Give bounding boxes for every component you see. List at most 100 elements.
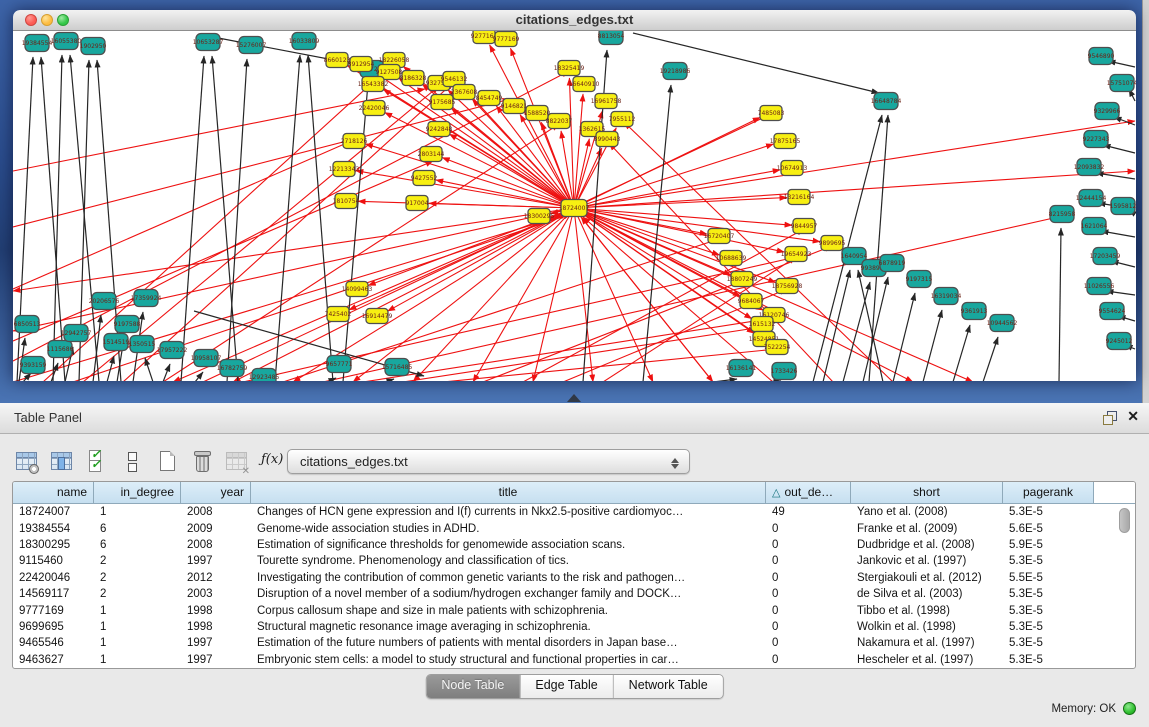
graph-node[interactable]: 14099463 bbox=[342, 282, 373, 297]
graph-node[interactable]: 9361913 bbox=[961, 303, 988, 320]
graph-node[interactable]: 15276007 bbox=[236, 37, 267, 54]
graph-node[interactable]: 1615132 bbox=[749, 317, 776, 332]
graph-node[interactable]: 16033809 bbox=[289, 33, 320, 50]
graph-node[interactable]: 1902950 bbox=[80, 38, 107, 55]
graph-node[interactable]: 8660123 bbox=[324, 53, 351, 68]
graph-node[interactable]: 18807249 bbox=[727, 272, 758, 287]
column-header-name[interactable]: name bbox=[13, 482, 94, 504]
graph-node[interactable]: 8454749 bbox=[476, 91, 503, 106]
tab-network-table[interactable]: Network Table bbox=[613, 675, 723, 698]
graph-node[interactable]: 8186328 bbox=[400, 71, 427, 86]
table-scrollbar-thumb[interactable] bbox=[1119, 508, 1130, 533]
graph-node[interactable]: 7485083 bbox=[758, 106, 785, 121]
column-header-year[interactable]: year bbox=[181, 482, 251, 504]
graph-node[interactable]: 16648784 bbox=[871, 93, 902, 110]
graph-node[interactable]: 16914479 bbox=[362, 309, 393, 324]
delete-table-icon[interactable] bbox=[189, 448, 215, 474]
graph-node[interactable]: 9684067 bbox=[738, 294, 765, 309]
graph-node[interactable]: 9175685 bbox=[429, 95, 456, 110]
table-row[interactable]: 1456911722003Disruption of a novel membe… bbox=[13, 586, 1135, 602]
graph-node[interactable]: 2718126 bbox=[341, 134, 368, 149]
table-row[interactable]: 2242004622012Investigating the contribut… bbox=[13, 570, 1135, 586]
table-row[interactable]: 969969511998Structural magnetic resonanc… bbox=[13, 619, 1135, 635]
panel-resize-grip[interactable] bbox=[567, 394, 581, 402]
graph-node[interactable]: 9227343 bbox=[1083, 131, 1110, 148]
graph-node[interactable]: 12093832 bbox=[1074, 159, 1105, 176]
graph-node[interactable]: 10674913 bbox=[777, 161, 808, 176]
graph-node[interactable]: 9899695 bbox=[819, 236, 846, 251]
graph-node[interactable]: 8822037 bbox=[546, 114, 573, 129]
graph-node[interactable]: 9427552 bbox=[411, 171, 438, 186]
graph-node[interactable]: 16720407 bbox=[704, 229, 735, 244]
graph-node[interactable]: 8813054 bbox=[598, 31, 625, 45]
graph-node[interactable]: 16640910 bbox=[569, 77, 600, 92]
graph-node[interactable]: 9242848 bbox=[426, 122, 453, 137]
graph-node[interactable]: 1621064 bbox=[1081, 218, 1108, 235]
graph-node[interactable]: 9844957 bbox=[791, 219, 818, 234]
graph-node[interactable]: 12942757 bbox=[61, 325, 92, 342]
graph-node[interactable]: 20206576 bbox=[89, 293, 120, 310]
graph-node[interactable]: 7425402 bbox=[325, 307, 352, 322]
table-row[interactable]: 946554611997Estimation of the future num… bbox=[13, 635, 1135, 651]
select-all-icon[interactable] bbox=[84, 448, 110, 474]
table-row[interactable]: 911546021997Tourette syndrome. Phenomeno… bbox=[13, 553, 1135, 569]
graph-hub-node[interactable]: 18724007 bbox=[559, 200, 590, 217]
column-visibility-icon[interactable] bbox=[49, 448, 75, 474]
graph-node[interactable]: 10653287 bbox=[193, 34, 224, 51]
graph-node[interactable]: 1733426 bbox=[771, 363, 798, 380]
graph-node[interactable]: 9554624 bbox=[1099, 303, 1126, 320]
graph-node[interactable]: 6850513 bbox=[14, 316, 41, 333]
float-window-icon[interactable] bbox=[1103, 411, 1117, 425]
graph-node[interactable]: 16961758 bbox=[591, 94, 622, 109]
table-row[interactable]: 1938455462009Genome-wide association stu… bbox=[13, 520, 1135, 536]
graph-node[interactable]: 9197315 bbox=[906, 271, 933, 288]
table-row[interactable]: 1872400712008Changes of HCN gene express… bbox=[13, 504, 1135, 520]
graph-node[interactable]: 9657771 bbox=[326, 356, 353, 373]
table-row[interactable]: 946362711997Embryonic stem cells: a mode… bbox=[13, 652, 1135, 668]
graph-node[interactable]: 17957222 bbox=[157, 342, 188, 359]
graph-node[interactable]: 1350515 bbox=[129, 336, 156, 353]
graph-node[interactable]: 15716485 bbox=[382, 359, 413, 376]
column-header-in_degree[interactable]: in_degree bbox=[94, 482, 181, 504]
minimize-traffic-light-icon[interactable] bbox=[41, 14, 53, 26]
graph-node[interactable]: 18756928 bbox=[772, 279, 803, 294]
graph-node[interactable]: 2367608 bbox=[451, 85, 478, 100]
graph-node[interactable]: 7522254 bbox=[764, 340, 791, 355]
table-settings-icon[interactable] bbox=[14, 448, 40, 474]
graph-node[interactable]: 19654923 bbox=[781, 247, 812, 262]
row-chooser-icon[interactable] bbox=[119, 448, 145, 474]
graph-node[interactable]: 17875165 bbox=[770, 134, 801, 149]
graph-node[interactable]: 16136141 bbox=[726, 360, 757, 377]
graph-node[interactable]: 9777169 bbox=[493, 32, 520, 47]
graph-node[interactable]: 12444154 bbox=[1076, 190, 1107, 207]
network-graph-canvas[interactable]: 1938455416055380190295010653287152760071… bbox=[13, 31, 1136, 381]
graph-node[interactable]: 8990443 bbox=[594, 132, 621, 147]
graph-node[interactable]: 9329966 bbox=[1094, 103, 1121, 120]
delete-column-icon[interactable]: ✕ bbox=[224, 448, 250, 474]
graph-node[interactable]: 9245012 bbox=[1106, 333, 1133, 350]
graph-node[interactable]: 1595812 bbox=[1110, 198, 1136, 215]
graph-node[interactable]: 19218986 bbox=[660, 63, 691, 80]
graph-node[interactable]: 9546890 bbox=[1088, 48, 1115, 65]
graph-node[interactable]: 10688639 bbox=[716, 251, 747, 266]
graph-node[interactable]: 917004 bbox=[406, 196, 429, 211]
graph-node[interactable]: 22420046 bbox=[359, 101, 390, 116]
graph-node[interactable]: 15751074 bbox=[1107, 75, 1136, 92]
table-row[interactable]: 977716911998Corpus callosum shape and si… bbox=[13, 602, 1135, 618]
tab-edge-table[interactable]: Edge Table bbox=[519, 675, 612, 698]
zoom-traffic-light-icon[interactable] bbox=[57, 14, 69, 26]
new-table-icon[interactable] bbox=[154, 448, 180, 474]
graph-node[interactable]: 7955112 bbox=[609, 112, 636, 127]
column-header-pagerank[interactable]: pagerank bbox=[1003, 482, 1094, 504]
window-titlebar[interactable]: citations_edges.txt bbox=[13, 10, 1136, 31]
graph-node[interactable]: 2803144 bbox=[418, 147, 445, 162]
column-header-short[interactable]: short bbox=[851, 482, 1003, 504]
graph-node[interactable]: 8912954 bbox=[348, 57, 375, 72]
graph-node[interactable]: 9197588 bbox=[114, 316, 141, 333]
close-traffic-light-icon[interactable] bbox=[25, 14, 37, 26]
graph-node[interactable]: 18325419 bbox=[554, 61, 585, 76]
graph-node[interactable]: 10958107 bbox=[191, 350, 222, 367]
graph-node[interactable]: 16782759 bbox=[217, 360, 248, 377]
graph-node[interactable]: 16319034 bbox=[931, 288, 962, 305]
graph-node[interactable]: 10944562 bbox=[987, 315, 1018, 332]
